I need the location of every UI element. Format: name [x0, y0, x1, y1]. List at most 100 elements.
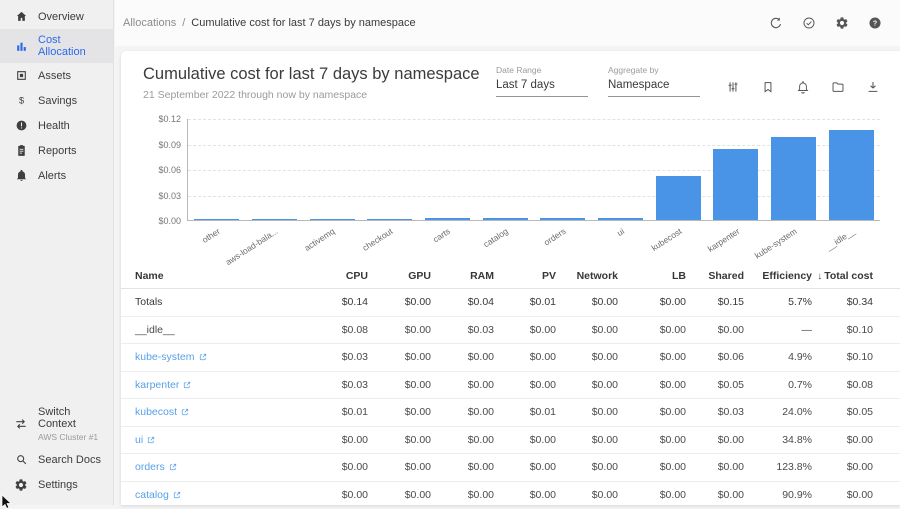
aggregate-by-label: Aggregate by — [608, 65, 700, 75]
column-header-ram[interactable]: RAM — [431, 270, 494, 282]
sidebar-item-health[interactable]: Health — [0, 113, 113, 138]
page-title: Cumulative cost for last 7 days by names… — [143, 65, 480, 84]
bar-activemq[interactable] — [310, 219, 355, 220]
bar-kubecost[interactable] — [656, 176, 701, 220]
topbar: Allocations / Cumulative cost for last 7… — [115, 0, 900, 46]
bar-other[interactable] — [194, 219, 239, 220]
row-name-cell[interactable]: ui — [135, 434, 305, 446]
namespace-link[interactable]: ui — [135, 434, 155, 446]
column-header-gpu[interactable]: GPU — [368, 270, 431, 282]
row-name-cell[interactable]: kubecost — [135, 406, 305, 418]
bell-filled-icon — [14, 169, 28, 183]
row-name-cell[interactable]: orders — [135, 461, 305, 473]
bar-checkout[interactable] — [367, 219, 412, 220]
bell-outline-button[interactable] — [794, 78, 812, 96]
allocation-table: NameCPUGPURAMPV NetworkLBSharedEfficiency… — [121, 263, 900, 505]
sidebar-item-search-docs[interactable]: Search Docs — [0, 447, 113, 472]
row-value-cell: $0.01 — [494, 296, 556, 308]
sidebar-item-label: Cost Allocation — [38, 34, 105, 58]
column-header-shared[interactable]: Shared — [686, 270, 744, 282]
bar-ui[interactable] — [598, 218, 643, 220]
aggregate-by-select[interactable]: Aggregate by Namespace — [608, 65, 700, 97]
bar-catalog[interactable] — [483, 218, 528, 220]
table-body: Totals$0.14$0.00$0.04$0.01$0.00$0.00$0.1… — [121, 289, 900, 505]
row-value-cell: $0.00 — [305, 434, 368, 446]
bar-aws-load-bala[interactable] — [252, 219, 297, 220]
row-value-cell: $0.00 — [618, 489, 686, 501]
namespace-link[interactable]: kubecost — [135, 406, 189, 418]
namespace-link[interactable]: catalog — [135, 489, 181, 501]
sidebar-item-overview[interactable]: Overview — [0, 4, 113, 29]
column-header-pv[interactable]: PV — [494, 270, 556, 282]
x-tick: activemq — [303, 223, 361, 251]
sidebar-item-alerts[interactable]: Alerts — [0, 163, 113, 188]
row-value-cell: $0.00 — [305, 461, 368, 473]
sidebar-item-savings[interactable]: $Savings — [0, 88, 113, 113]
row-value-cell: $0.00 — [686, 324, 744, 336]
external-link-icon — [181, 408, 189, 416]
namespace-link[interactable]: orders — [135, 461, 177, 473]
page-subtitle: 21 September 2022 through now by namespa… — [143, 89, 480, 101]
row-value-cell: $0.03 — [305, 379, 368, 391]
x-tick-label: other — [200, 226, 222, 245]
gear-button[interactable] — [833, 14, 851, 32]
mouse-cursor — [1, 495, 12, 509]
breadcrumb-section[interactable]: Allocations — [123, 17, 176, 29]
breadcrumb-page: Cumulative cost for last 7 days by names… — [191, 17, 415, 29]
search-icon — [14, 453, 28, 467]
folder-button[interactable] — [829, 78, 847, 96]
x-tick: ui — [591, 223, 649, 251]
bar-kube-system[interactable] — [771, 137, 816, 220]
row-name-cell[interactable]: karpenter — [135, 379, 305, 391]
y-tick-label: $0.12 — [143, 114, 181, 124]
bar-idle[interactable] — [829, 130, 874, 220]
row-value-cell: $0.10 — [812, 324, 873, 336]
row-value-cell: $0.00 — [368, 351, 431, 363]
sidebar-item-cost-allocation[interactable]: Cost Allocation — [0, 29, 113, 63]
bar-karpenter[interactable] — [713, 149, 758, 220]
breadcrumb-separator: / — [182, 17, 185, 29]
column-header-name[interactable]: Name — [135, 270, 305, 282]
column-header-label: Network — [577, 270, 618, 282]
sidebar-item-reports[interactable]: Reports — [0, 138, 113, 163]
table-row-kubecost[interactable]: kubecost$0.01$0.00$0.00$0.01$0.00$0.00$0… — [121, 399, 900, 427]
bar-orders[interactable] — [540, 218, 585, 220]
namespace-link[interactable]: kube-system — [135, 351, 207, 363]
namespace-name: kube-system — [135, 351, 195, 363]
check-circle-button[interactable] — [800, 14, 818, 32]
bar-carts[interactable] — [425, 218, 470, 220]
table-row-catalog[interactable]: catalog$0.00$0.00$0.00$0.00$0.00$0.00$0.… — [121, 482, 900, 506]
row-value-cell: $0.00 — [431, 406, 494, 418]
tune-button[interactable] — [724, 78, 742, 96]
table-row-totals[interactable]: Totals$0.14$0.00$0.04$0.01$0.00$0.00$0.1… — [121, 289, 900, 317]
table-row-kube-system[interactable]: kube-system$0.03$0.00$0.00$0.00$0.00$0.0… — [121, 344, 900, 372]
row-name-cell[interactable]: kube-system — [135, 351, 305, 363]
column-header-cpu[interactable]: CPU — [305, 270, 368, 282]
column-header-network[interactable]: Network — [556, 270, 618, 282]
row-value-cell: $0.00 — [368, 434, 431, 446]
download-button[interactable] — [864, 78, 882, 96]
date-range-value[interactable]: Last 7 days — [496, 75, 588, 97]
row-name-cell[interactable]: catalog — [135, 489, 305, 501]
sidebar-item-settings[interactable]: Settings — [0, 472, 113, 497]
table-row-karpenter[interactable]: karpenter$0.03$0.00$0.00$0.00$0.00$0.00$… — [121, 372, 900, 400]
column-header-efficiency[interactable]: Efficiency — [744, 270, 812, 282]
refresh-button[interactable] — [767, 14, 785, 32]
row-value-cell: $0.00 — [368, 461, 431, 473]
sidebar-item-switch-context[interactable]: Switch ContextAWS Cluster #1 — [0, 401, 113, 447]
aggregate-by-value[interactable]: Namespace — [608, 75, 700, 97]
namespace-link[interactable]: karpenter — [135, 379, 191, 391]
chart-x-axis: otheraws-load-bala...activemqcheckoutcar… — [187, 223, 880, 251]
row-value-cell: $0.05 — [812, 406, 873, 418]
column-header-lb[interactable]: LB — [618, 270, 686, 282]
topbar-actions: ? — [767, 14, 884, 32]
table-row-idle[interactable]: __idle__$0.08$0.00$0.03$0.00$0.00$0.00$0… — [121, 317, 900, 345]
column-header-total-cost[interactable]: ↓Total cost — [812, 270, 873, 282]
namespace-name: ui — [135, 434, 143, 446]
sidebar-item-assets[interactable]: Assets — [0, 63, 113, 88]
table-row-orders[interactable]: orders$0.00$0.00$0.00$0.00$0.00$0.00$0.0… — [121, 454, 900, 482]
bookmark-button[interactable] — [759, 78, 777, 96]
help-button[interactable]: ? — [866, 14, 884, 32]
date-range-select[interactable]: Date Range Last 7 days — [496, 65, 588, 97]
table-row-ui[interactable]: ui$0.00$0.00$0.00$0.00$0.00$0.00$0.0034.… — [121, 427, 900, 455]
